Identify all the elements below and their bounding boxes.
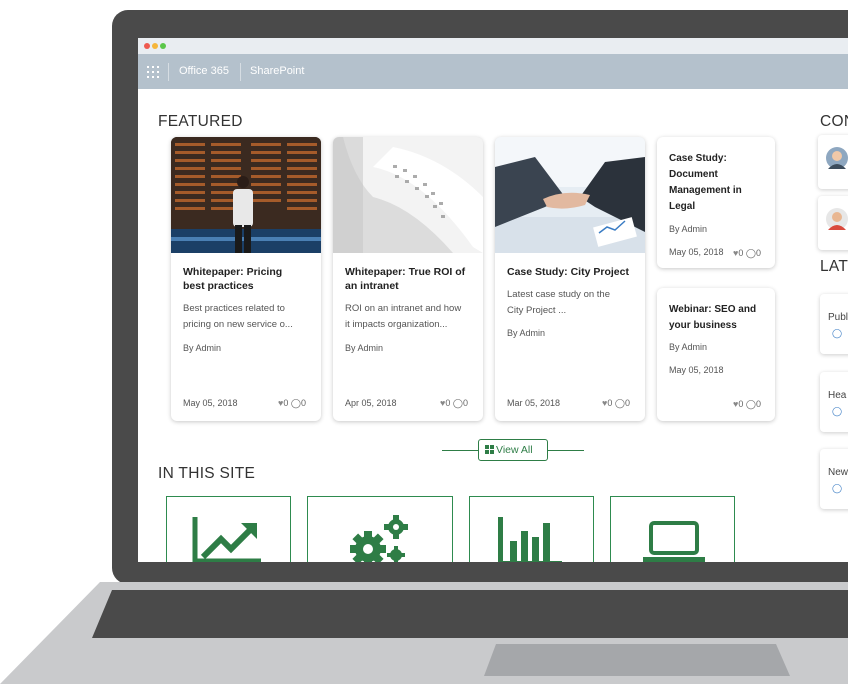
card-date: Apr 05, 2018	[345, 398, 397, 408]
card-author: By Admin	[507, 328, 546, 338]
card-engagement: ♥0 ◯0	[602, 398, 630, 409]
view-all-label: View All	[496, 444, 533, 456]
comment-count: 0	[462, 398, 468, 408]
card-engagement: ♥0 ◯0	[278, 398, 306, 409]
site-tile-settings[interactable]	[307, 496, 453, 562]
card-image-receipt	[333, 137, 483, 253]
gears-icon	[350, 515, 408, 562]
card-title[interactable]: an intranet	[345, 279, 399, 294]
comment-count: 0	[300, 398, 306, 408]
featured-card-seo-webinar[interactable]: Webinar: SEO and your business By Admin …	[657, 288, 775, 421]
contact-card[interactable]	[818, 196, 848, 250]
card-date: May 05, 2018	[183, 398, 238, 408]
latest-item[interactable]: Hea ◯	[820, 372, 848, 432]
comment-icon: ◯	[832, 328, 843, 338]
card-title[interactable]: Legal	[669, 199, 695, 214]
card-description: Latest case study on the	[507, 289, 610, 300]
sharepoint-link[interactable]: SharePoint	[250, 65, 304, 77]
card-description: it impacts organization...	[345, 319, 448, 330]
close-window-icon[interactable]	[144, 43, 150, 49]
divider-line	[548, 450, 584, 451]
card-author: By Admin	[669, 342, 708, 352]
app-launcher-icon[interactable]	[147, 66, 159, 78]
card-title[interactable]: Case Study:	[669, 151, 727, 166]
card-title[interactable]: Management in	[669, 183, 742, 198]
card-image-handshake	[495, 137, 645, 253]
featured-card-legal[interactable]: Case Study: Document Management in Legal…	[657, 137, 775, 268]
latest-item[interactable]: New ◯	[820, 449, 848, 509]
like-count: 0	[445, 398, 451, 408]
suite-bar: Office 365 SharePoint	[138, 54, 848, 89]
comment-icon[interactable]: ◯	[746, 399, 756, 409]
card-title[interactable]: best practices	[183, 279, 254, 294]
divider-line	[442, 450, 478, 451]
comment-icon[interactable]: ◯	[746, 248, 756, 258]
card-title[interactable]: Document	[669, 167, 718, 182]
comment-icon[interactable]: ◯	[453, 398, 463, 408]
maximize-window-icon[interactable]	[160, 43, 166, 49]
featured-card-city-project[interactable]: Case Study: City Project Latest case stu…	[495, 137, 645, 421]
suite-bar-divider	[240, 63, 241, 81]
comment-count: 0	[624, 398, 630, 408]
site-tile-devices[interactable]	[610, 496, 735, 562]
comment-count: 0	[755, 399, 761, 409]
card-engagement: ♥0 ◯0	[733, 248, 761, 259]
card-description: ROI on an intranet and how	[345, 303, 462, 314]
card-description: Best practices related to	[183, 303, 285, 314]
latest-item[interactable]: Publ ◯	[820, 294, 848, 354]
suite-bar-divider	[168, 63, 169, 81]
site-tile-reports[interactable]	[469, 496, 594, 562]
card-title[interactable]: Webinar: SEO and	[669, 302, 756, 317]
browser-screen: Office 365 SharePoint FEATURED Whitepape…	[138, 38, 848, 562]
comment-count: 0	[755, 248, 761, 258]
avatar[interactable]	[826, 208, 848, 230]
site-tile-analytics[interactable]	[166, 496, 291, 562]
latest-item-label[interactable]: Hea	[828, 390, 846, 401]
like-count: 0	[283, 398, 289, 408]
in-this-site-heading: IN THIS SITE	[158, 465, 256, 482]
card-description: pricing on new service o...	[183, 319, 293, 330]
bar-chart-icon	[498, 517, 562, 562]
card-date: Mar 05, 2018	[507, 398, 561, 408]
grid-icon	[485, 445, 494, 454]
card-title[interactable]: your business	[669, 318, 737, 333]
trend-up-chart-icon	[192, 517, 261, 562]
card-title[interactable]: Case Study: City Project	[507, 265, 629, 280]
like-count: 0	[738, 248, 744, 258]
featured-card-roi[interactable]: Whitepaper: True ROI of an intranet ROI …	[333, 137, 483, 421]
comment-icon: ◯	[832, 406, 843, 416]
card-date: May 05, 2018	[669, 247, 724, 257]
office365-link[interactable]: Office 365	[179, 65, 229, 77]
view-all-button[interactable]: View All	[478, 439, 548, 461]
card-title[interactable]: Whitepaper: Pricing	[183, 265, 282, 280]
card-date: May 05, 2018	[669, 365, 724, 375]
card-author: By Admin	[669, 224, 708, 234]
window-titlebar	[138, 38, 848, 54]
card-author: By Admin	[345, 343, 384, 353]
card-author: By Admin	[183, 343, 222, 353]
like-count: 0	[738, 399, 744, 409]
comment-icon[interactable]: ◯	[615, 398, 625, 408]
card-title[interactable]: Whitepaper: True ROI of	[345, 265, 465, 280]
card-image-airport	[171, 137, 321, 253]
like-count: 0	[607, 398, 613, 408]
featured-card-pricing[interactable]: Whitepaper: Pricing best practices Best …	[171, 137, 321, 421]
comment-icon: ◯	[832, 483, 843, 493]
laptop-icon	[643, 521, 705, 562]
minimize-window-icon[interactable]	[152, 43, 158, 49]
latest-heading: LAT	[820, 258, 848, 275]
contacts-heading: CON	[820, 113, 848, 130]
latest-item-label[interactable]: New	[828, 467, 848, 478]
contact-card[interactable]	[818, 135, 848, 189]
card-engagement: ♥0 ◯0	[440, 398, 468, 409]
avatar[interactable]	[826, 147, 848, 169]
featured-heading: FEATURED	[158, 113, 243, 130]
latest-item-label[interactable]: Publ	[828, 312, 848, 323]
comment-icon[interactable]: ◯	[291, 398, 301, 408]
card-engagement: ♥0 ◯0	[733, 399, 761, 410]
card-description: City Project ...	[507, 305, 567, 316]
laptop-base	[0, 582, 848, 684]
